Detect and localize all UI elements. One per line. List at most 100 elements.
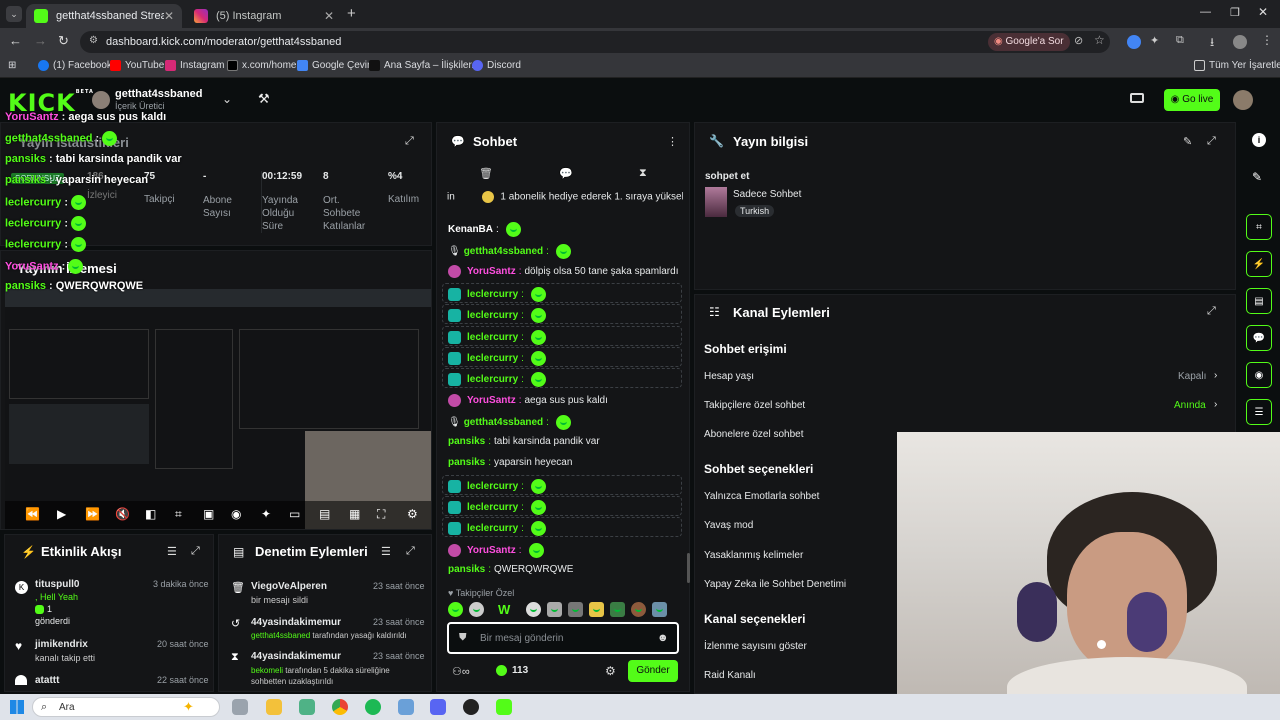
- quick-action-chat-icon[interactable]: 💬: [1246, 325, 1272, 351]
- url-bar[interactable]: ⚙ dashboard.kick.com/moderator/getthat4s…: [80, 31, 1110, 53]
- banned-words-row[interactable]: Yasaklanmış kelimeler: [704, 550, 803, 561]
- quick-action-frame-icon[interactable]: ⌗: [1246, 214, 1272, 240]
- pinned-gift-banner[interactable]: in 1 abonelik hediye ederek 1. sıraya yü…: [447, 191, 683, 209]
- chat-message[interactable]: YoruSantz: dölpiş olsa 50 tane şaka spaml…: [448, 265, 678, 278]
- spotify-icon[interactable]: [365, 699, 381, 715]
- bookmark-instagram[interactable]: Instagram: [165, 60, 224, 71]
- quick-action-doc-icon[interactable]: ▤: [1246, 288, 1272, 314]
- popout-icon[interactable]: ⤢: [1207, 135, 1216, 148]
- filter-icon[interactable]: ☰: [381, 545, 391, 558]
- chat-message[interactable]: leclercurry:: [448, 372, 546, 387]
- emote-icon[interactable]: [469, 602, 484, 617]
- window-icon[interactable]: ▦: [349, 507, 360, 521]
- chat-menu-icon[interactable]: ⋮: [667, 135, 678, 148]
- chat-input[interactable]: ⛊ Bir mesaj gönderin ☻: [447, 622, 679, 654]
- emote-icon[interactable]: [526, 602, 542, 617]
- close-tab-icon[interactable]: ✕: [164, 9, 174, 23]
- settings-app-icon[interactable]: [398, 699, 414, 715]
- bookmark-relations[interactable]: Ana Sayfa – İlişkiler...: [369, 60, 480, 71]
- chat-message[interactable]: leclercurry:: [448, 479, 546, 494]
- chat-message[interactable]: 🎙 getthat4ssbaned:: [448, 415, 571, 430]
- extension-icon[interactable]: ✦: [1150, 34, 1159, 47]
- emote-icon[interactable]: [589, 602, 605, 617]
- slow-mode-row[interactable]: Yavaş mod: [704, 520, 753, 531]
- chat-message[interactable]: leclercurry:: [448, 351, 546, 366]
- edit-pencil-icon[interactable]: ✎: [1183, 135, 1192, 148]
- send-button[interactable]: Gönder: [628, 660, 678, 682]
- task-view-icon[interactable]: [232, 699, 248, 715]
- eye-off-icon[interactable]: ⊘: [1074, 34, 1083, 47]
- clip-icon[interactable]: ◧: [145, 507, 156, 521]
- forward-icon[interactable]: →: [34, 33, 47, 48]
- bookmark-x[interactable]: x.com/home: [227, 60, 296, 71]
- minimize-icon[interactable]: —: [1200, 6, 1211, 18]
- info-icon[interactable]: i: [1252, 133, 1266, 147]
- channel-name[interactable]: getthat4ssbaned: [115, 88, 202, 100]
- restore-icon[interactable]: ❐: [1230, 6, 1240, 19]
- video-player[interactable]: ⏪ ▶ ⏩ 🔇 ◧ ⌗ ▣ ◉ ✦ ▭ ▤ ▦ ⛶ ⚙: [5, 289, 431, 529]
- chat-tool-trash-icon[interactable]: 🗑: [479, 167, 493, 180]
- emote-icon[interactable]: [547, 602, 563, 617]
- mute-icon[interactable]: 🔇: [115, 507, 130, 521]
- bookmark-google-translate[interactable]: Google Çeviri: [297, 60, 373, 71]
- chevron-down-icon[interactable]: ⌄: [222, 92, 232, 106]
- chat-message[interactable]: 🎙 getthat4ssbaned:: [448, 244, 571, 259]
- popout-icon[interactable]: ⤢: [406, 545, 415, 558]
- account-avatar-icon[interactable]: [1233, 35, 1247, 49]
- menu-kebab-icon[interactable]: ⋮: [1261, 33, 1273, 47]
- filter-icon[interactable]: ☰: [167, 545, 177, 558]
- download-icon[interactable]: ⭳: [1210, 33, 1214, 54]
- chat-message[interactable]: leclercurry:: [448, 330, 546, 345]
- emote-icon[interactable]: [568, 602, 584, 617]
- record-icon[interactable]: ◉: [231, 507, 241, 521]
- profile-sync-icon[interactable]: [1127, 35, 1141, 49]
- quick-action-server-icon[interactable]: ☰: [1246, 399, 1272, 425]
- chrome-icon[interactable]: [332, 699, 348, 715]
- show-viewers-row[interactable]: İzlenme sayısını göster: [704, 641, 807, 652]
- chat-settings-gear-icon[interactable]: ⚙: [605, 664, 616, 678]
- new-tab-icon[interactable]: +: [347, 5, 356, 22]
- bookmark-facebook[interactable]: (1) Facebook: [38, 60, 112, 71]
- users-infinity-icon[interactable]: ⚇∞: [452, 665, 470, 678]
- channel-avatar[interactable]: [92, 91, 110, 109]
- chat-message[interactable]: pansiks: QWERQWRQWE: [448, 564, 573, 575]
- go-live-button[interactable]: ◉ Go live: [1164, 89, 1220, 111]
- apps-grid-icon[interactable]: ⊞: [8, 60, 16, 71]
- emote-only-row[interactable]: Yalnızca Emotlarla sohbet: [704, 491, 819, 502]
- fullscreen-icon[interactable]: ⛶: [377, 507, 385, 522]
- bookmark-star-icon[interactable]: ☆: [1094, 33, 1105, 47]
- forward-icon[interactable]: ⏩: [85, 507, 100, 521]
- ai-moderation-row[interactable]: Yapay Zeka ile Sohbet Denetimi: [704, 579, 846, 590]
- sparkle-icon[interactable]: ✦: [261, 507, 271, 521]
- taskbar-search[interactable]: ⌕ Ara ✦: [32, 697, 220, 717]
- chat-message[interactable]: YoruSantz: aega sus pus kaldı: [448, 394, 608, 407]
- rewind-icon[interactable]: ⏪: [25, 507, 40, 521]
- chat-message[interactable]: leclercurry:: [448, 287, 546, 302]
- chat-message[interactable]: leclercurry:: [448, 521, 546, 536]
- popout-icon[interactable]: ⤢: [1207, 305, 1216, 318]
- camera-icon[interactable]: [1130, 93, 1144, 103]
- emote-icon[interactable]: [448, 602, 463, 617]
- kick-app-icon[interactable]: [496, 699, 512, 715]
- edit-icon[interactable]: ✎: [1252, 170, 1262, 184]
- chat-tool-hourglass-icon[interactable]: ⧗: [639, 167, 647, 180]
- google-ask-button[interactable]: ◉ Google'a Sor: [988, 33, 1070, 51]
- close-tab-icon[interactable]: ✕: [324, 9, 334, 23]
- chat-message[interactable]: leclercurry:: [448, 308, 546, 323]
- tab-instagram[interactable]: (5) Instagram ✕: [186, 4, 342, 28]
- emote-icon[interactable]: [652, 602, 668, 617]
- chat-message[interactable]: KenanBA:: [448, 222, 521, 237]
- chat-scrollbar[interactable]: [687, 553, 690, 583]
- theater-icon[interactable]: ▭: [289, 507, 300, 521]
- extensions-puzzle-icon[interactable]: ⧉: [1176, 34, 1184, 47]
- account-age-row[interactable]: Hesap yaşı Kapalı ›: [704, 370, 1224, 382]
- subs-only-row[interactable]: Abonelere özel sohbet: [704, 429, 804, 440]
- emote-icon[interactable]: [631, 602, 647, 617]
- popout-icon[interactable]: ⤢: [405, 135, 414, 148]
- category-name[interactable]: Sadece Sohbet: [733, 189, 801, 200]
- maps-icon[interactable]: [299, 699, 315, 715]
- file-explorer-icon[interactable]: [266, 699, 282, 715]
- discord-app-icon[interactable]: [430, 699, 446, 715]
- raid-row[interactable]: Raid Kanalı: [704, 670, 756, 681]
- pip-icon[interactable]: ▣: [203, 507, 214, 521]
